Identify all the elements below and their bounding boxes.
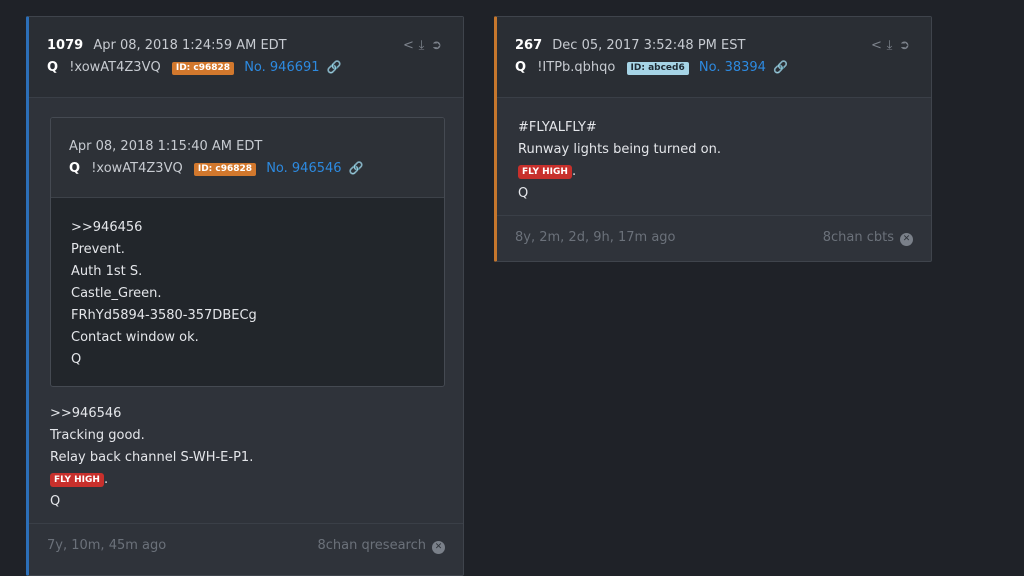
post-author: Q	[515, 60, 527, 75]
link-icon[interactable]: 🔗	[773, 60, 788, 74]
download-icon[interactable]: ⤓	[417, 38, 431, 53]
quoted-line: Q	[71, 352, 82, 367]
post-actions: <⤓ ➲	[403, 38, 445, 53]
quoted-line: FRhYd5894-3580-357DBECg	[71, 308, 257, 323]
close-circle-icon[interactable]: ✕	[432, 541, 445, 554]
share-icon[interactable]: <	[871, 38, 885, 53]
link-icon[interactable]: 🔗	[327, 60, 342, 74]
quoted-post: Apr 08, 2018 1:15:40 AM EDT Q !xowAT4Z3V…	[50, 117, 445, 387]
quoted-line: Contact window ok.	[71, 330, 199, 345]
post-body: >>946546 Tracking good. Relay back chann…	[50, 403, 253, 513]
post-line: Tracking good.	[50, 428, 145, 443]
post-footer: 7y, 10m, 45m ago 8chan qresearch ✕	[29, 523, 463, 569]
post-line: Runway lights being turned on.	[518, 142, 721, 157]
quoted-post-date: Apr 08, 2018 1:15:40 AM EDT	[69, 139, 263, 154]
post-tripcode: !xowAT4Z3VQ	[69, 60, 161, 75]
id-badge: ID: c96828	[171, 62, 235, 75]
quoted-post-body: >>946456 Prevent. Auth 1st S. Castle_Gre…	[51, 198, 444, 371]
fly-high-badge: FLY HIGH	[518, 165, 572, 179]
post-number-link[interactable]: No. 946691	[244, 60, 319, 75]
post-number-link[interactable]: No. 38394	[699, 60, 766, 75]
post-date: Dec 05, 2017 3:52:48 PM EST	[552, 38, 746, 53]
post-source: 8chan qresearch	[317, 538, 427, 553]
post-age: 8y, 2m, 2d, 9h, 17m ago	[515, 230, 676, 245]
arrow-circle-right-icon[interactable]: ➲	[431, 38, 445, 53]
link-icon[interactable]: 🔗	[349, 161, 364, 175]
quoted-line: Castle_Green.	[71, 286, 162, 301]
quoted-line: Auth 1st S.	[71, 264, 143, 279]
quoted-line: >>946456	[71, 220, 143, 235]
post-card-1079: 1079 Apr 08, 2018 1:24:59 AM EDT Q !xowA…	[26, 16, 464, 576]
quoted-post-author: Q	[69, 161, 81, 176]
post-number: 267	[515, 38, 543, 53]
post-header: 267 Dec 05, 2017 3:52:48 PM EST Q !ITPb.…	[497, 17, 931, 98]
close-circle-icon[interactable]: ✕	[900, 233, 913, 246]
id-badge: ID: abced6	[626, 62, 689, 75]
share-icon[interactable]: <	[403, 38, 417, 53]
post-age: 7y, 10m, 45m ago	[47, 538, 167, 553]
post-tripcode: !ITPb.qbhqo	[537, 60, 616, 75]
post-footer: 8y, 2m, 2d, 9h, 17m ago 8chan cbts ✕	[497, 215, 931, 261]
post-date: Apr 08, 2018 1:24:59 AM EDT	[93, 38, 287, 53]
download-icon[interactable]: ⤓	[885, 38, 899, 53]
post-line: >>946546	[50, 406, 122, 421]
post-card-267: 267 Dec 05, 2017 3:52:48 PM EST Q !ITPb.…	[494, 16, 932, 262]
post-signature: Q	[50, 494, 61, 509]
arrow-circle-right-icon[interactable]: ➲	[899, 38, 913, 53]
quoted-post-number-link[interactable]: No. 946546	[266, 161, 341, 176]
quoted-post-tripcode: !xowAT4Z3VQ	[91, 161, 183, 176]
post-author: Q	[47, 60, 59, 75]
id-badge: ID: c96828	[193, 163, 257, 176]
post-header: 1079 Apr 08, 2018 1:24:59 AM EDT Q !xowA…	[29, 17, 463, 98]
post-number: 1079	[47, 38, 84, 53]
post-body: #FLYALFLY# Runway lights being turned on…	[518, 117, 721, 205]
fly-high-badge: FLY HIGH	[50, 473, 104, 487]
post-line: Relay back channel S-WH-E-P1.	[50, 450, 254, 465]
post-signature: Q	[518, 186, 529, 201]
post-source: 8chan cbts	[822, 230, 894, 245]
quoted-post-header: Apr 08, 2018 1:15:40 AM EDT Q !xowAT4Z3V…	[51, 118, 444, 198]
post-actions: <⤓ ➲	[871, 38, 913, 53]
quoted-line: Prevent.	[71, 242, 125, 257]
post-line: #FLYALFLY#	[518, 120, 597, 135]
